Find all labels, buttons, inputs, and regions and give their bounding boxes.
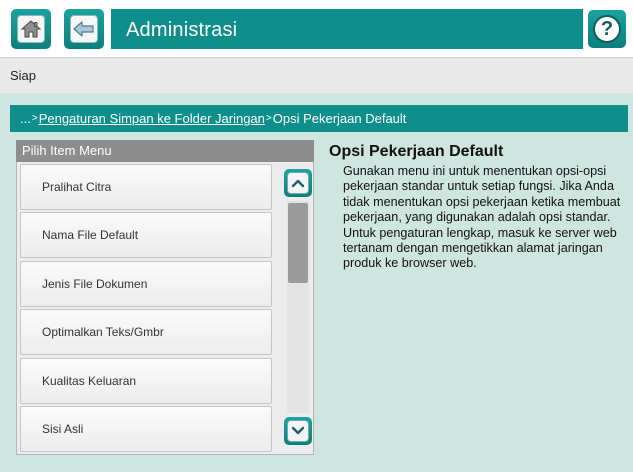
menu-item-optimalkan-teks[interactable]: Optimalkan Teks/Gmbr [20,309,272,355]
scroll-down-button[interactable] [284,417,312,445]
scrollbar-thumb[interactable] [288,203,308,283]
home-icon [17,15,45,43]
home-button[interactable] [11,9,51,49]
breadcrumb-link-parent[interactable]: Pengaturan Simpan ke Folder Jaringan [39,111,265,126]
description-title: Opsi Pekerjaan Default [329,143,504,160]
breadcrumb-separator: > [31,113,38,124]
menu-item-kualitas-keluaran[interactable]: Kualitas Keluaran [20,358,272,404]
menu-header: Pilih Item Menu [16,140,314,162]
description-body: Gunakan menu ini untuk menentukan opsi-o… [343,164,621,271]
status-bar: Siap [0,57,633,93]
menu-item-pralihat-citra[interactable]: Pralihat Citra [20,164,272,210]
help-question-icon: ? [593,15,621,43]
back-button[interactable] [64,9,104,49]
menu-item-sisi-asli[interactable]: Sisi Asli [20,406,272,452]
page-title: Administrasi [126,19,238,41]
chevron-up-icon [287,172,309,194]
breadcrumb-separator: > [265,113,272,124]
breadcrumb-current: Opsi Pekerjaan Default [272,111,407,126]
scroll-up-button[interactable] [284,169,312,197]
title-bar: Administrasi ? [0,0,633,57]
status-text: Siap [10,68,37,83]
menu-item-jenis-file-dokumen[interactable]: Jenis File Dokumen [20,261,272,307]
chevron-down-icon [287,420,309,442]
breadcrumb: ... > Pengaturan Simpan ke Folder Jaring… [10,105,628,132]
breadcrumb-prefix[interactable]: ... [20,111,31,126]
help-button[interactable]: ? [588,10,626,48]
menu-item-nama-file-default[interactable]: Nama File Default [20,212,272,258]
back-arrow-icon [70,15,98,43]
